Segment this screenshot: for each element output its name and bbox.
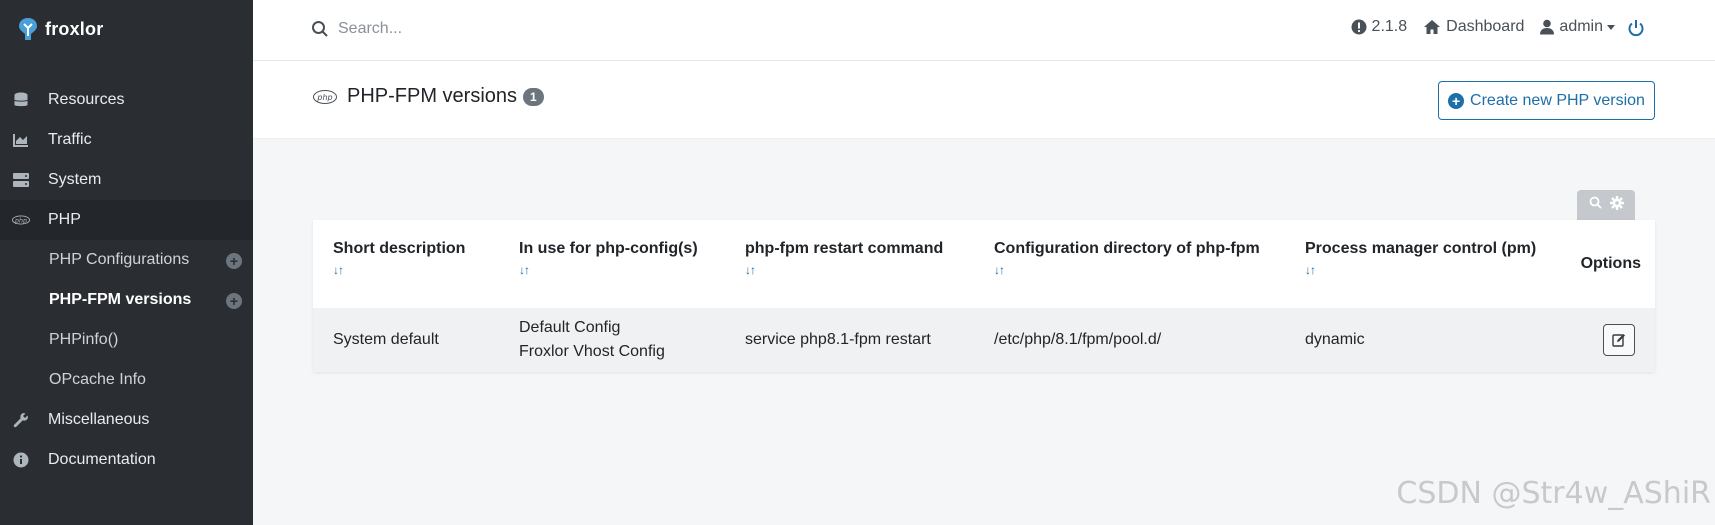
sidebar-subitem-phpinfo[interactable]: PHPinfo() <box>0 320 253 360</box>
sidebar-item-documentation[interactable]: Documentation <box>0 440 253 480</box>
user-label: admin <box>1559 18 1603 35</box>
dashboard-link[interactable]: Dashboard <box>1423 18 1524 36</box>
alert-circle-icon <box>1351 19 1367 35</box>
count-badge: 1 <box>523 87 544 106</box>
dashboard-label: Dashboard <box>1446 18 1525 35</box>
server-icon <box>12 172 30 188</box>
search-icon <box>1589 196 1602 209</box>
settings-button[interactable] <box>1609 195 1624 215</box>
php-fpm-table: Short description ↓↑ In use for php-confi… <box>313 220 1655 372</box>
sidebar-item-php[interactable]: php PHP <box>0 200 253 240</box>
table-header-row: Short description ↓↑ In use for php-confi… <box>313 220 1655 308</box>
version-label: 2.1.8 <box>1371 18 1408 35</box>
sidebar-item-resources[interactable]: Resources <box>0 80 253 120</box>
sidebar-subitem-opcache-info[interactable]: OPcache Info <box>0 360 253 400</box>
sidebar-item-traffic[interactable]: Traffic <box>0 120 253 160</box>
sidebar-nav: Resources Traffic System php PHP PHP Con… <box>0 80 253 480</box>
page-title-text: PHP-FPM versions <box>347 85 518 107</box>
sidebar-item-label: PHP-FPM versions <box>49 291 192 308</box>
sidebar-item-miscellaneous[interactable]: Miscellaneous <box>0 400 253 440</box>
power-icon <box>1628 20 1644 37</box>
table-row: System default Default Config Froxlor Vh… <box>313 308 1655 372</box>
column-header-config-directory[interactable]: Configuration directory of php-fpm ↓↑ <box>974 220 1285 308</box>
brand-name: froxlor <box>45 18 104 39</box>
config-name: Default Config <box>519 319 621 336</box>
sidebar-item-label: Miscellaneous <box>48 411 150 428</box>
sidebar-item-label: Resources <box>48 91 125 108</box>
sidebar-item-label: System <box>48 171 102 188</box>
edit-button[interactable] <box>1603 324 1635 356</box>
table-tools <box>1577 190 1635 220</box>
php-fpm-table-card: Short description ↓↑ In use for php-confi… <box>313 220 1655 372</box>
cell-restart-command: service php8.1-fpm restart <box>725 308 974 372</box>
column-header-restart-command[interactable]: php-fpm restart command ↓↑ <box>725 220 974 308</box>
create-php-version-button[interactable]: + Create new PHP version <box>1438 81 1655 120</box>
chevron-down-icon <box>1607 24 1615 30</box>
user-menu[interactable]: admin <box>1540 18 1615 36</box>
top-bar: 2.1.8 Dashboard admin <box>253 0 1715 61</box>
sort-icon[interactable]: ↓↑ <box>519 263 725 277</box>
brand[interactable]: froxlor <box>0 0 253 58</box>
create-button-label: Create new PHP version <box>1470 91 1645 109</box>
wrench-icon <box>12 412 30 428</box>
gear-icon <box>1609 195 1624 210</box>
sidebar-item-label: PHP <box>48 211 81 228</box>
php-icon: php <box>12 212 30 228</box>
column-header-in-use[interactable]: In use for php-config(s) ↓↑ <box>499 220 725 308</box>
edit-icon <box>1612 334 1625 347</box>
froxlor-logo-icon <box>17 17 39 41</box>
sort-icon[interactable]: ↓↑ <box>745 263 974 277</box>
watermark: CSDN @Str4w_AShiR <box>1396 476 1711 511</box>
cell-config-dir: /etc/php/8.1/fpm/pool.d/ <box>974 308 1285 372</box>
sidebar-subitem-php-fpm-versions[interactable]: PHP-FPM versions + <box>0 280 253 320</box>
sidebar: froxlor Resources Traffic System php PHP <box>0 0 253 525</box>
column-header-short-description[interactable]: Short description ↓↑ <box>313 220 499 308</box>
sidebar-item-system[interactable]: System <box>0 160 253 200</box>
cell-options <box>1545 308 1655 372</box>
column-header-pm[interactable]: Process manager control (pm) ↓↑ <box>1285 220 1545 308</box>
version-indicator[interactable]: 2.1.8 <box>1351 18 1408 36</box>
sidebar-subitem-php-configurations[interactable]: PHP Configurations + <box>0 240 253 280</box>
database-icon <box>12 92 30 108</box>
cell-description: System default <box>313 308 499 372</box>
chart-icon <box>12 132 30 148</box>
add-php-fpm-version-button[interactable]: + <box>226 293 242 309</box>
home-icon <box>1424 20 1441 34</box>
sort-icon[interactable]: ↓↑ <box>1305 263 1545 277</box>
sidebar-item-label: OPcache Info <box>49 371 146 388</box>
sort-icon[interactable]: ↓↑ <box>333 263 499 277</box>
plus-circle-icon: + <box>1448 92 1465 109</box>
user-icon <box>1540 19 1555 35</box>
php-icon: php <box>313 89 337 104</box>
column-header-options: Options <box>1580 255 1641 272</box>
page-header: php PHP-FPM versions 1 + Create new PHP … <box>253 61 1715 139</box>
sidebar-item-label: PHPinfo() <box>49 331 119 348</box>
config-name: Froxlor Vhost Config <box>519 343 665 360</box>
add-php-configuration-button[interactable]: + <box>226 253 242 269</box>
logout-button[interactable] <box>1627 19 1645 42</box>
info-icon <box>12 452 30 468</box>
top-nav: 2.1.8 Dashboard admin <box>1335 18 1615 36</box>
sidebar-item-label: Traffic <box>48 131 92 148</box>
sidebar-item-label: PHP Configurations <box>49 251 190 268</box>
page-title: php PHP-FPM versions 1 <box>313 85 544 108</box>
cell-pm: dynamic <box>1285 308 1545 372</box>
search-toggle-button[interactable] <box>1589 196 1602 214</box>
sidebar-item-label: Documentation <box>48 451 156 468</box>
svg-text:php: php <box>316 93 332 102</box>
cell-configs: Default Config Froxlor Vhost Config <box>499 308 725 372</box>
sort-icon[interactable]: ↓↑ <box>994 263 1285 277</box>
svg-text:php: php <box>14 217 27 224</box>
search-input[interactable] <box>338 16 738 42</box>
search-icon <box>311 20 329 38</box>
